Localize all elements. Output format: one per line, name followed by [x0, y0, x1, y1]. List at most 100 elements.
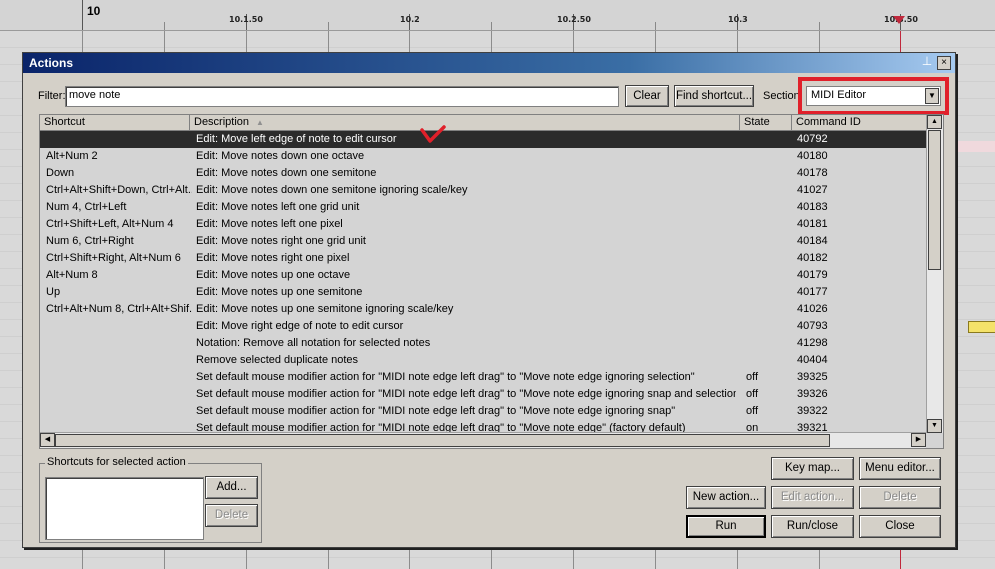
- description-cell: Edit: Move notes right one pixel: [196, 252, 350, 264]
- list-item[interactable]: Num 4, Ctrl+Left Edit: Move notes left on…: [40, 199, 926, 216]
- description-cell: Edit: Move notes down one octave: [196, 150, 365, 162]
- column-header-description-label: Description: [194, 116, 250, 128]
- column-header-state[interactable]: State: [740, 115, 792, 130]
- command-id-cell: 41298: [797, 337, 828, 349]
- shortcut-list[interactable]: [45, 477, 204, 540]
- shortcut-cell: Alt+Num 8: [46, 269, 98, 281]
- scroll-up-icon[interactable]: ▲: [927, 115, 942, 129]
- state-cell: off: [746, 371, 759, 383]
- new-action-button[interactable]: New action...: [686, 486, 766, 509]
- highlighted-row: [952, 141, 995, 152]
- list-item[interactable]: Ctrl+Alt+Shift+Down, Ctrl+Alt... Edit: Mo…: [40, 182, 926, 199]
- find-shortcut-button[interactable]: Find shortcut...: [674, 85, 754, 107]
- ruler-tick: [328, 22, 329, 30]
- ruler-label: 10.2.50: [557, 15, 591, 24]
- command-id-cell: 40183: [797, 201, 828, 213]
- add-shortcut-button[interactable]: Add...: [205, 476, 258, 499]
- timeline-ruler[interactable]: 10 10.1.50 10.2 10.2.50 10.3 10.3.50: [0, 0, 995, 31]
- state-cell: off: [746, 405, 759, 417]
- dialog-titlebar[interactable]: Actions ⊥ ×: [23, 53, 955, 73]
- description-cell: Set default mouse modifier action for "M…: [196, 371, 695, 383]
- edit-cursor-marker-icon[interactable]: [893, 16, 905, 24]
- section-label: Section:: [763, 90, 803, 102]
- column-header-description[interactable]: Description ▲: [190, 115, 740, 130]
- list-item[interactable]: Set default mouse modifier action for "M…: [40, 386, 926, 403]
- state-cell: off: [746, 388, 759, 400]
- annotation-checkmark-icon: [420, 125, 446, 143]
- list-item[interactable]: Edit: Move left edge of note to edit cur…: [40, 131, 926, 148]
- horizontal-scrollbar[interactable]: ◀ ▶: [40, 432, 926, 448]
- shortcuts-group-label: Shortcuts for selected action: [45, 456, 188, 468]
- delete-action-button[interactable]: Delete: [859, 486, 941, 509]
- command-id-cell: 40179: [797, 269, 828, 281]
- description-cell: Edit: Move notes up one octave: [196, 269, 351, 281]
- ruler-tick: [491, 22, 492, 30]
- clear-button[interactable]: Clear: [625, 85, 669, 107]
- scroll-thumb[interactable]: [55, 434, 830, 447]
- shortcut-cell: Up: [46, 286, 61, 298]
- filter-label: Filter:: [38, 90, 66, 102]
- list-item[interactable]: Notation: Remove all notation for select…: [40, 335, 926, 352]
- menu-editor-button[interactable]: Menu editor...: [859, 457, 941, 480]
- description-cell: Remove selected duplicate notes: [196, 354, 359, 366]
- ruler-tick: [819, 22, 820, 30]
- column-header-shortcut[interactable]: Shortcut: [40, 115, 190, 130]
- description-cell: Edit: Move notes left one grid unit: [196, 201, 360, 213]
- description-cell: Edit: Move left edge of note to edit cur…: [196, 133, 397, 145]
- command-id-cell: 39326: [797, 388, 828, 400]
- command-id-cell: 40180: [797, 150, 828, 162]
- bar-number-label: 10: [87, 4, 101, 18]
- command-id-cell: 40793: [797, 320, 828, 332]
- list-item[interactable]: Ctrl+Alt+Num 8, Ctrl+Alt+Shif... Edit: Mo…: [40, 301, 926, 318]
- list-item[interactable]: Down Edit: Move notes down one semitone 40…: [40, 165, 926, 182]
- actions-list[interactable]: Shortcut Description ▲ State Command ID …: [39, 114, 944, 449]
- key-map-button[interactable]: Key map...: [771, 457, 854, 480]
- run-close-button[interactable]: Run/close: [771, 515, 854, 538]
- command-id-cell: 40182: [797, 252, 828, 264]
- description-cell: Set default mouse modifier action for "M…: [196, 388, 736, 400]
- list-header: Shortcut Description ▲ State Command ID: [40, 115, 926, 131]
- list-item[interactable]: Alt+Num 8 Edit: Move notes up one octave 4…: [40, 267, 926, 284]
- ruler-label: 10.3: [728, 15, 748, 24]
- list-item[interactable]: Set default mouse modifier action for "M…: [40, 369, 926, 386]
- list-item[interactable]: Set default mouse modifier action for "M…: [40, 403, 926, 420]
- description-cell: Edit: Move notes down one semitone: [196, 167, 377, 179]
- ruler-label: 10.1.50: [229, 15, 263, 24]
- description-cell: Edit: Move notes up one semitone: [196, 286, 363, 298]
- filter-input[interactable]: move note: [65, 86, 619, 107]
- shortcut-cell: Down: [46, 167, 75, 179]
- ruler-label: 10.2: [400, 15, 420, 24]
- edit-action-button[interactable]: Edit action...: [771, 486, 854, 509]
- list-item[interactable]: Up Edit: Move notes up one semitone 40177: [40, 284, 926, 301]
- close-button[interactable]: Close: [859, 515, 941, 538]
- list-item[interactable]: Ctrl+Shift+Left, Alt+Num 4 Edit: Move not…: [40, 216, 926, 233]
- command-id-cell: 41027: [797, 184, 828, 196]
- shortcut-cell: Ctrl+Shift+Left, Alt+Num 4: [46, 218, 174, 230]
- shortcut-cell: Num 6, Ctrl+Right: [46, 235, 134, 247]
- column-header-command-id[interactable]: Command ID: [792, 115, 926, 130]
- dialog-title: Actions: [29, 56, 74, 70]
- command-id-cell: 39325: [797, 371, 828, 383]
- close-icon[interactable]: ×: [937, 56, 951, 70]
- list-item[interactable]: Remove selected duplicate notes 40404: [40, 352, 926, 369]
- list-item[interactable]: Edit: Move right edge of note to edit cu…: [40, 318, 926, 335]
- command-id-cell: 40792: [797, 133, 828, 145]
- shortcut-cell: Ctrl+Alt+Shift+Down, Ctrl+Alt...: [46, 184, 192, 196]
- description-cell: Notation: Remove all notation for select…: [196, 337, 431, 349]
- list-item[interactable]: Ctrl+Shift+Right, Alt+Num 6 Edit: Move no…: [40, 250, 926, 267]
- pin-icon[interactable]: ⊥: [921, 55, 933, 68]
- list-item[interactable]: Num 6, Ctrl+Right Edit: Move notes right …: [40, 233, 926, 250]
- shortcut-cell: Alt+Num 2: [46, 150, 98, 162]
- scroll-left-icon[interactable]: ◀: [40, 433, 55, 447]
- scroll-right-icon[interactable]: ▶: [911, 433, 926, 447]
- description-cell: Edit: Move notes left one pixel: [196, 218, 343, 230]
- run-button[interactable]: Run: [686, 515, 766, 538]
- scroll-thumb[interactable]: [928, 130, 941, 270]
- delete-shortcut-button[interactable]: Delete: [205, 504, 258, 527]
- midi-note[interactable]: [968, 321, 995, 333]
- scroll-down-icon[interactable]: ▼: [927, 419, 942, 433]
- description-cell: Edit: Move notes up one semitone ignorin…: [196, 303, 454, 315]
- vertical-scrollbar[interactable]: ▲ ▼: [926, 115, 943, 433]
- command-id-cell: 40184: [797, 235, 828, 247]
- list-item[interactable]: Alt+Num 2 Edit: Move notes down one octav…: [40, 148, 926, 165]
